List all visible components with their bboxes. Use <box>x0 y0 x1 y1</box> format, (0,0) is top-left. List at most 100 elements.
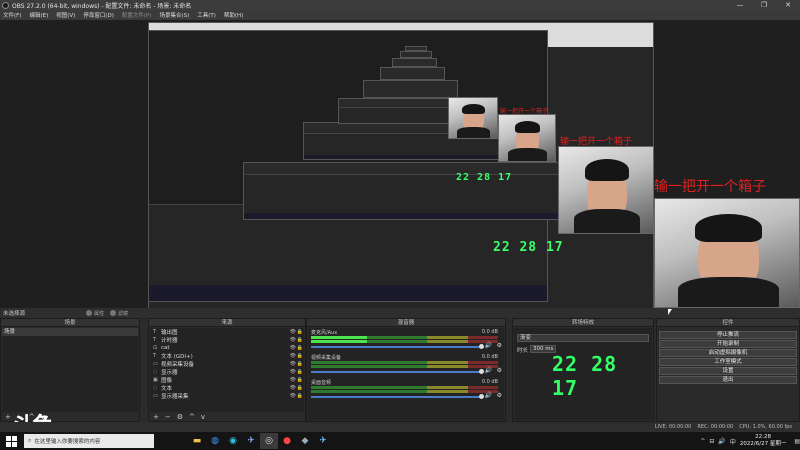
move-down-button[interactable]: v <box>201 413 205 421</box>
menu-help[interactable]: 帮助(H) <box>224 11 243 19</box>
notification-icon[interactable]: ▤ <box>794 438 800 445</box>
app-icon[interactable]: ◆ <box>296 433 314 449</box>
sources-list[interactable]: T 输出图 👁 🔒 T 计时器 👁 🔒 ⊡ cat 👁 🔒 T 文本 (GDI+) 👁 🔒 ▭ 视频采集设… <box>150 328 304 412</box>
add-source-button[interactable]: + <box>153 413 159 421</box>
eye-icon[interactable]: 👁 <box>290 337 296 343</box>
start-recording-button[interactable]: 开始录制 <box>659 340 797 348</box>
source-properties-button[interactable]: ⚙ <box>177 413 183 421</box>
transitions-panel: 转场特效 渐变 时长 300 ms 22 28 17 <box>512 318 654 422</box>
gear-icon[interactable]: ⚙ <box>497 367 502 374</box>
network-icon[interactable]: ⊟ <box>709 438 714 445</box>
minimize-button[interactable]: — <box>728 0 752 10</box>
webcam-feed <box>654 198 800 308</box>
volume-slider[interactable] <box>311 344 484 349</box>
virtual-camera-button[interactable]: 启动虚拟摄像机 <box>659 349 797 357</box>
preview-canvas[interactable]: 22 28 17 22 28 17 输一把开一个箱子 输一把开一个箱子 <box>148 22 654 308</box>
app-icon[interactable]: ✈ <box>242 433 260 449</box>
maximize-button[interactable]: ❐ <box>752 0 776 10</box>
obs-taskbar-icon[interactable]: ◎ <box>260 433 278 449</box>
eye-icon[interactable]: 👁 <box>290 329 296 335</box>
lock-icon[interactable]: 🔒 <box>297 345 303 351</box>
source-item[interactable]: ◌ 文本 👁 🔒 <box>150 384 304 392</box>
eye-icon[interactable]: 👁 <box>290 345 296 351</box>
remove-source-button[interactable]: − <box>165 413 171 421</box>
lock-icon[interactable]: 🔒 <box>297 393 303 399</box>
mixer-channels: 麦克风/Aux 0.0 dB 🔊 ⚙ 视频采集设备 0.0 dB 🔊 ⚙ 桌面音… <box>308 328 504 420</box>
mixer-channel: 桌面音频 0.0 dB 🔊 ⚙ <box>308 378 504 403</box>
move-up-button[interactable]: ^ <box>189 413 195 421</box>
eye-icon[interactable]: 👁 <box>290 369 296 375</box>
eye-icon[interactable]: 👁 <box>290 377 296 383</box>
volume-slider[interactable] <box>311 369 484 374</box>
lock-icon[interactable]: 🔒 <box>297 337 303 343</box>
duration-label: 时长 <box>517 348 529 354</box>
no-source-label: 未选择源 <box>3 311 26 317</box>
lock-icon[interactable]: 🔒 <box>297 329 303 335</box>
filters-button[interactable]: 滤镜 <box>110 310 128 317</box>
properties-button[interactable]: 属性 <box>86 310 104 317</box>
speaker-icon[interactable]: 🔊 <box>485 392 492 399</box>
gear-icon[interactable]: ⚙ <box>497 342 502 349</box>
channel-db: 0.0 dB <box>481 329 498 335</box>
windows-start-icon[interactable] <box>4 434 18 448</box>
volume-slider[interactable] <box>311 394 484 399</box>
lock-icon[interactable]: 🔒 <box>297 385 303 391</box>
app-icon[interactable]: ✈ <box>314 433 332 449</box>
camera-source-icon: ▭ <box>153 361 158 367</box>
source-item[interactable]: T 计时器 👁 🔒 <box>150 336 304 344</box>
menu-view[interactable]: 视图(V) <box>56 11 75 19</box>
taskbar-search[interactable]: ⌕ 在这里输入你要搜索的内容 <box>24 434 154 448</box>
stop-streaming-button[interactable]: 停止推流 <box>659 331 797 339</box>
lock-icon[interactable]: 🔒 <box>297 369 303 375</box>
lock-icon[interactable]: 🔒 <box>297 353 303 359</box>
rec-status: REC: 00:00:00 <box>697 424 734 430</box>
preview-area[interactable]: 22 28 17 22 28 17 输一把开一个箱子 输一把开一个箱子 输一把开… <box>0 20 800 308</box>
exit-button[interactable]: 退出 <box>659 376 797 384</box>
menu-docks[interactable]: 停靠窗口(D) <box>83 11 114 19</box>
cpu-status: CPU: 1.0%, 60.00 fps <box>739 424 792 430</box>
menu-edit[interactable]: 编辑(E) <box>29 11 48 19</box>
record-app-icon[interactable]: ● <box>278 433 296 449</box>
menu-scene-collection[interactable]: 场景集合(S) <box>159 11 189 19</box>
settings-button[interactable]: 设置 <box>659 367 797 375</box>
system-tray: ^ ⊟ 🔊 中 22:28 2022/6/27 星期一 ▤ <box>696 434 800 448</box>
source-item[interactable]: ▭ 显示器采集 👁 🔒 <box>150 392 304 400</box>
taskbar-clock[interactable]: 22:28 2022/6/27 星期一 <box>740 434 786 448</box>
source-item[interactable]: ⊡ cat 👁 🔒 <box>150 344 304 352</box>
search-icon: ⌕ <box>28 437 32 444</box>
eye-icon[interactable]: 👁 <box>290 361 296 367</box>
menu-file[interactable]: 文件(F) <box>3 11 21 19</box>
speaker-icon[interactable]: 🔊 <box>485 342 492 349</box>
gear-icon[interactable]: ⚙ <box>497 392 502 399</box>
chevron-up-icon[interactable]: ^ <box>700 438 705 445</box>
scene-item[interactable]: 场景 <box>2 328 138 336</box>
eye-icon[interactable]: 👁 <box>290 385 296 391</box>
lock-icon[interactable]: 🔒 <box>297 377 303 383</box>
source-item[interactable]: T 输出图 👁 🔒 <box>150 328 304 336</box>
live-status: LIVE: 00:00:00 <box>654 424 692 430</box>
studio-mode-button[interactable]: 工作室模式 <box>659 358 797 366</box>
source-item[interactable]: ▣ 图像 👁 🔒 <box>150 376 304 384</box>
speaker-icon[interactable]: 🔊 <box>485 367 492 374</box>
browser-icon[interactable]: ◉ <box>224 433 242 449</box>
source-item[interactable]: T 文本 (GDI+) 👁 🔒 <box>150 352 304 360</box>
source-item[interactable]: ◌ 显示器 👁 🔒 <box>150 368 304 376</box>
text-source-icon: T <box>153 353 157 359</box>
eye-icon[interactable]: 👁 <box>290 353 296 359</box>
source-item[interactable]: ▭ 视频采集设备 👁 🔒 <box>150 360 304 368</box>
file-explorer-icon[interactable]: ▬ <box>188 433 206 449</box>
text-source-icon: T <box>153 337 157 343</box>
menu-tools[interactable]: 工具(T) <box>197 11 216 19</box>
menu-profile[interactable]: 配置文件(P) <box>122 11 152 19</box>
edge-browser-icon[interactable]: ◍ <box>206 433 224 449</box>
close-button[interactable]: ✕ <box>776 0 800 10</box>
scenes-list[interactable]: 场景 <box>2 328 138 412</box>
eye-icon[interactable]: 👁 <box>290 393 296 399</box>
add-scene-button[interactable]: + <box>5 413 11 421</box>
obs-app-icon <box>2 1 9 9</box>
input-method[interactable]: 中 <box>730 437 736 446</box>
transition-select[interactable]: 渐变 <box>517 334 649 342</box>
lock-icon[interactable]: 🔒 <box>297 361 303 367</box>
recursive-screen <box>400 51 432 58</box>
volume-icon[interactable]: 🔊 <box>718 438 725 445</box>
